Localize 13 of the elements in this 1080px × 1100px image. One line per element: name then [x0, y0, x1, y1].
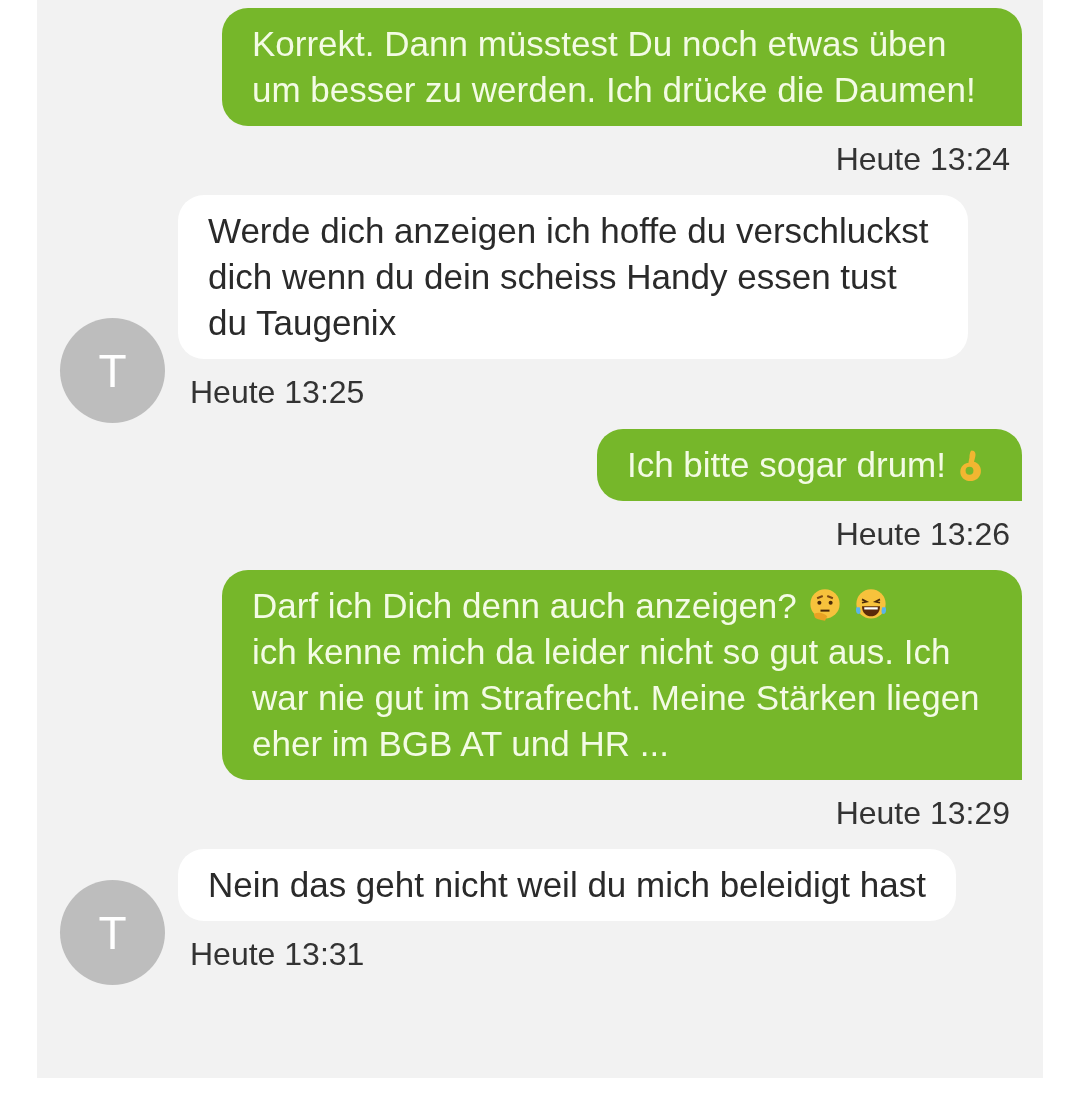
message-time: Heute 13:24	[835, 142, 1010, 176]
message-time: Heute 13:26	[835, 517, 1010, 551]
message-text: Werde dich anzeigen ich hoffe du verschluckst dich wenn du dein scheiss Handy essen tust du Taugenix	[208, 211, 929, 342]
message-time: Heute 13:25	[190, 375, 365, 409]
message-text: Korrekt. Dann müsstest Du noch etwas üben um besser zu werden. Ich drücke die Daumen!	[252, 24, 976, 109]
message-text: Nein das geht nicht weil du mich beleidigt hast	[208, 865, 926, 904]
message-text: Darf ich Dich denn auch anzeigen?	[252, 586, 797, 625]
message-time: Heute 13:29	[835, 796, 1010, 830]
message-time: Heute 13:31	[190, 937, 365, 971]
avatar: T	[60, 880, 165, 985]
message-text: Ich bitte sogar drum!	[626, 445, 946, 484]
avatar: T	[60, 318, 165, 423]
message-text: ich kenne mich da leider nicht so gut aus. Ich war nie gut im Strafrecht. Meine Stärken liegen eher im BGB AT und HR ...	[252, 632, 980, 763]
